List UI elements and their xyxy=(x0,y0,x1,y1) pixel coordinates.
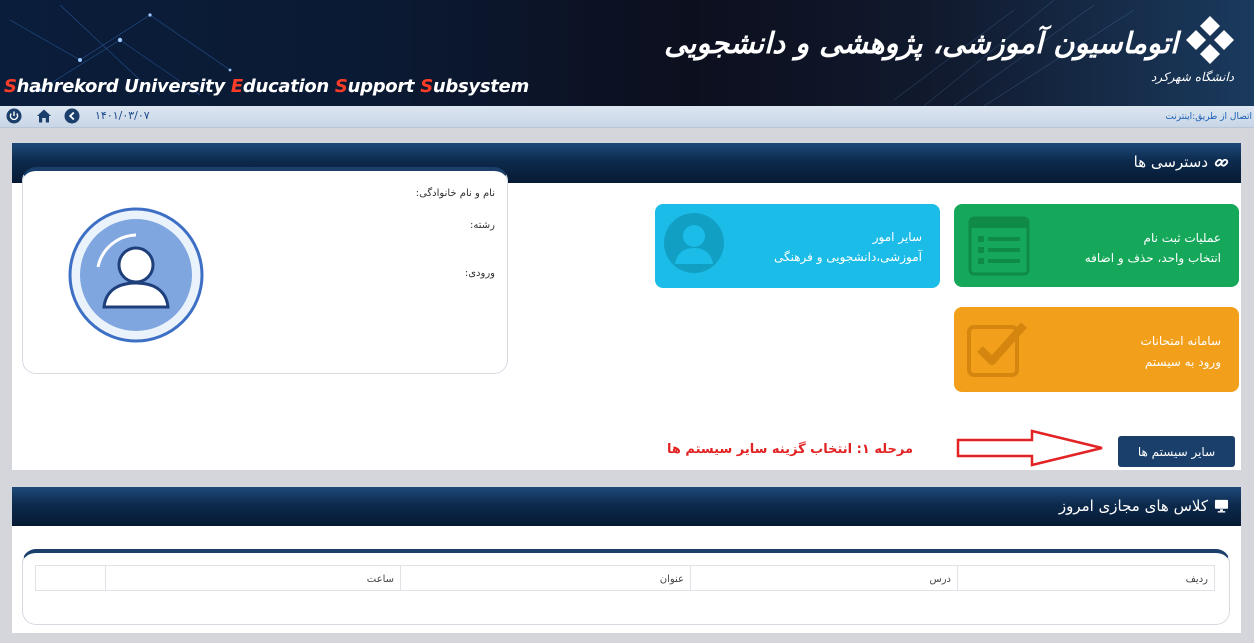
title-part: ubsystem xyxy=(432,76,529,97)
profile-card: نام و نام خانوادگی: رشته: ورودی: xyxy=(22,167,508,374)
home-icon[interactable] xyxy=(36,108,52,124)
classes-table-card: ردیف درس عنوان ساعت xyxy=(22,549,1230,625)
column-header-empty xyxy=(36,566,105,590)
column-header-title: عنوان xyxy=(400,566,690,590)
system-title: Shahrekord University Education Support … xyxy=(4,76,529,97)
title-part: S xyxy=(4,76,17,97)
classes-panel-title-text: کلاس های مجازی امروز xyxy=(1058,497,1208,515)
other-affairs-tile[interactable]: سایر امور آموزشی،دانشجویی و فرهنگی xyxy=(655,204,940,288)
title-part: S xyxy=(334,76,348,97)
title-part: hahrekord University xyxy=(16,76,231,97)
access-panel-title: دسترسی ها xyxy=(1134,153,1229,171)
profile-major-label: رشته: xyxy=(470,220,495,231)
title-part: E xyxy=(230,76,243,97)
other-systems-button[interactable]: سایر سیستم ها xyxy=(1118,436,1235,467)
classes-panel-title: کلاس های مجازی امروز xyxy=(1059,497,1229,515)
access-panel: دسترسی ها عملیات ثبت نام انتخاب واحد، حذ… xyxy=(12,143,1241,470)
column-header-course: درس xyxy=(690,566,957,590)
monitor-icon xyxy=(1214,499,1229,513)
profile-entry-label: ورودی: xyxy=(464,268,495,279)
profile-name-label: نام و نام خانوادگی: xyxy=(415,188,495,199)
other-affairs-tile-subtitle: آموزشی،دانشجویی و فرهنگی xyxy=(773,250,922,264)
registration-tile[interactable]: عملیات ثبت نام انتخاب واحد، حذف و اضافه xyxy=(954,204,1239,287)
exams-tile-title: سامانه امتحانات xyxy=(1140,334,1221,348)
back-arrow-icon[interactable] xyxy=(64,108,80,124)
classes-panel: کلاس های مجازی امروز ردیف درس عنوان ساعت xyxy=(12,487,1241,633)
power-icon[interactable] xyxy=(6,108,22,124)
university-logo xyxy=(1186,16,1234,64)
title-part: S xyxy=(420,76,433,97)
list-icon xyxy=(968,216,1030,276)
exams-tile[interactable]: سامانه امتحانات ورود به سیستم xyxy=(954,307,1239,392)
registration-tile-subtitle: انتخاب واحد، حذف و اضافه xyxy=(1084,251,1221,265)
user-icon xyxy=(664,213,724,273)
app-header: Shahrekord University Education Support … xyxy=(0,0,1254,106)
access-panel-title-text: دسترسی ها xyxy=(1133,153,1208,171)
title-part: upport xyxy=(347,76,421,97)
classes-panel-header: کلاس های مجازی امروز xyxy=(12,487,1241,526)
registration-tile-title: عملیات ثبت نام xyxy=(1143,231,1221,245)
exams-tile-subtitle: ورود به سیستم xyxy=(1144,355,1221,369)
checkbox-icon xyxy=(967,322,1027,377)
connection-status: اتصال از طریق:اینترنت xyxy=(1165,112,1252,122)
avatar-icon xyxy=(68,207,204,343)
current-date: ۱۴۰۱/۰۳/۰۷ xyxy=(95,109,150,122)
step-annotation: مرحله ۱: انتخاب گزینه سایر سیستم ها xyxy=(667,442,914,457)
title-part: ducation xyxy=(242,76,335,97)
link-icon xyxy=(1214,158,1229,167)
column-header-time: ساعت xyxy=(105,566,400,590)
classes-table-header: ردیف درس عنوان ساعت xyxy=(35,565,1215,591)
top-toolbar: ۱۴۰۱/۰۳/۰۷ اتصال از طریق:اینترنت xyxy=(0,106,1254,128)
column-header-row: ردیف xyxy=(957,566,1214,590)
other-affairs-tile-title: سایر امور xyxy=(872,230,922,244)
annotation-arrow-icon xyxy=(956,429,1103,467)
logo-subtitle: دانشگاه شهرکرد xyxy=(1151,70,1234,84)
persian-system-title: اتوماسیون آموزشی، پژوهشی و دانشجویی xyxy=(664,26,1178,60)
